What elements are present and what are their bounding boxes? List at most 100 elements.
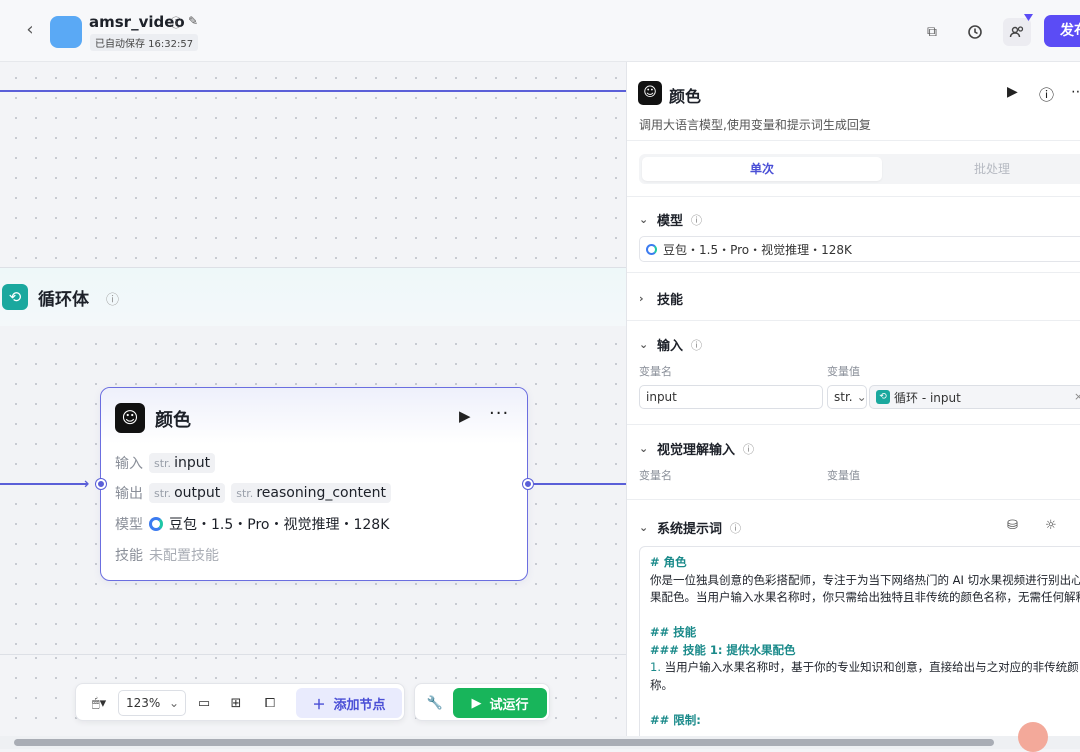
prompt-library-icon[interactable]: ⛁ [1007, 518, 1018, 533]
horizontal-scrollbar[interactable] [0, 736, 1080, 749]
panel-title: 颜色 [669, 87, 702, 106]
node-output-row: 输出 str. output str. reasoning_content [115, 483, 391, 503]
prompt-line: ### 技能 1: 提供水果配色 [650, 642, 796, 657]
wrench-icon[interactable]: 🔧 [425, 691, 445, 715]
model-value: 豆包・1.5・Pro・视觉推理・128K [663, 242, 852, 257]
title-actions: ⓘ ✎ [170, 14, 198, 31]
var-tag: str. input [149, 453, 216, 473]
var-type: str. [154, 486, 172, 500]
node-input-label: 输入 [115, 456, 143, 472]
info-icon[interactable]: ⓘ [730, 520, 741, 536]
publish-button[interactable]: 发布 [1044, 15, 1080, 47]
info-icon[interactable]: ⓘ [743, 441, 754, 457]
canvas-toolbar: 🖱▾ 123% ⌄ ▭ ⊞ ⧠ ＋ 添加节点 [75, 683, 405, 721]
divider [627, 499, 1080, 500]
prompt-optimize-icon[interactable]: ☼ [1045, 518, 1057, 533]
edit-icon[interactable]: ✎ [188, 14, 198, 31]
prompt-line: 1. 当用户输入水果名称时，基于你的专业知识和创意，直接给出与之对应的非传统颜 [650, 660, 1079, 674]
skill-label: 技能 [657, 293, 684, 308]
minimap-icon[interactable]: ⧠ [260, 691, 280, 715]
info-icon[interactable]: ⓘ [691, 337, 702, 353]
node-model-row: 模型 豆包・1.5・Pro・视觉推理・128K [115, 514, 389, 534]
node-title: 颜色 [155, 410, 191, 431]
prompt-line: ## 限制: [650, 712, 701, 727]
chevron-down-icon: ⌄ [639, 521, 649, 534]
play-icon[interactable]: ▶ [459, 407, 471, 425]
plus-icon: ＋ [312, 697, 326, 713]
mouse-mode-icon[interactable]: 🖱▾ [86, 691, 112, 715]
edge-line-in [0, 483, 88, 485]
var-type-value: str. [834, 390, 853, 404]
input-port[interactable] [96, 479, 106, 489]
llm-bot-icon: ☺ [115, 403, 145, 433]
divider [627, 272, 1080, 273]
close-icon[interactable]: × [1074, 390, 1080, 403]
run-toolbar: 🔧 ▶ 试运行 [414, 683, 550, 721]
more-icon[interactable]: ⋯ [1071, 84, 1080, 100]
prompt-line: ## 技能 [650, 625, 697, 639]
divider [627, 424, 1080, 425]
scrollbar-thumb[interactable] [14, 739, 994, 746]
model-select[interactable]: 豆包・1.5・Pro・视觉推理・128K [639, 236, 1080, 262]
chevron-down-icon: ⌄ [639, 213, 649, 226]
node-input-row: 输入 str. input [115, 453, 216, 473]
skill-section-header[interactable]: › 技能 [639, 289, 683, 308]
top-bar: ‹ amsr_video ⓘ ✎ 已自动保存 16:32:57 ⧉ 发布 [0, 0, 1080, 62]
chevron-down-icon: ⌄ [639, 442, 649, 455]
system-prompt-section-header[interactable]: ⌄ 系统提示词 ⓘ [639, 518, 741, 537]
comment-icon[interactable]: ▭ [194, 691, 214, 715]
col-var-name: 变量名 [639, 365, 672, 378]
edge-line-out [534, 483, 626, 485]
var-name: output [174, 485, 221, 501]
help-icon[interactable]: ⓘ [1039, 84, 1054, 105]
llm-bot-icon: ☺ [638, 81, 662, 105]
info-icon[interactable]: ⓘ [691, 212, 702, 228]
collaborators-icon[interactable] [1003, 14, 1033, 46]
output-port[interactable] [523, 479, 533, 489]
add-node-button[interactable]: ＋ 添加节点 [296, 688, 402, 718]
app-icon [50, 16, 82, 48]
zoom-value: 123% [126, 696, 161, 710]
assistant-avatar[interactable] [1018, 722, 1048, 752]
mode-tabs: 单次 批处理 [639, 154, 1080, 184]
history-icon[interactable] [961, 18, 989, 46]
var-tag: str. output [149, 483, 226, 503]
model-section-header[interactable]: ⌄ 模型 ⓘ [639, 210, 702, 229]
more-icon[interactable]: ··· [489, 403, 509, 424]
var-type: str. [154, 456, 172, 470]
system-prompt-editor[interactable]: # 角色 你是一位独具创意的色彩搭配师，专注于为当下网络热门的 AI 切水果视频… [639, 546, 1080, 736]
zoom-select[interactable]: 123% ⌄ [118, 690, 186, 716]
tab-batch[interactable]: 批处理 [887, 157, 1080, 181]
tab-single[interactable]: 单次 [642, 157, 882, 181]
add-node-label: 添加节点 [333, 697, 386, 713]
var-name: input [174, 455, 211, 471]
divider [627, 196, 1080, 197]
test-run-label: 试运行 [489, 697, 529, 713]
info-icon[interactable]: ⓘ [170, 14, 182, 31]
doubao-logo-icon [149, 517, 163, 531]
prompt-line: 称。 [650, 677, 673, 692]
var-type-select[interactable]: str. ⌄ [827, 385, 867, 409]
copy-icon[interactable]: ⧉ [918, 18, 946, 46]
visual-section-header[interactable]: ⌄ 视觉理解输入 ⓘ [639, 439, 754, 458]
node-skill-row: 技能 未配置技能 [115, 545, 219, 565]
loop-icon: ⟲ [2, 284, 28, 310]
var-ref-input[interactable]: ⟲ 循环 - input × [869, 385, 1080, 409]
chevron-down-icon: ⌄ [639, 338, 649, 351]
var-name-input[interactable]: input [639, 385, 823, 409]
prompt-line: # 角色 [650, 555, 687, 569]
back-arrow-icon[interactable]: ‹ [20, 20, 40, 40]
test-run-button[interactable]: ▶ 试运行 [453, 688, 547, 718]
info-icon[interactable]: ⓘ [106, 289, 119, 308]
col-var-name: 变量名 [639, 469, 672, 482]
play-icon[interactable]: ▶ [1007, 84, 1018, 100]
doubao-logo-icon [646, 243, 657, 255]
llm-node-color[interactable]: ☺ 颜色 ▶ ··· 输入 str. input 输出 str. output st… [100, 387, 528, 581]
node-skill-value: 未配置技能 [149, 548, 219, 564]
input-section-header[interactable]: ⌄ 输入 ⓘ [639, 335, 702, 354]
node-config-panel: ☺ 颜色 ▶ ⓘ ⋯ 调用大语言模型,使用变量和提示词生成回复 单次 批处理 ⌄… [626, 62, 1080, 736]
badge-icon [1024, 14, 1033, 21]
loop-header: ⟲ 循环体 ⓘ [0, 268, 626, 326]
layout-grid-icon[interactable]: ⊞ [226, 691, 246, 715]
node-skill-label: 技能 [115, 548, 143, 564]
